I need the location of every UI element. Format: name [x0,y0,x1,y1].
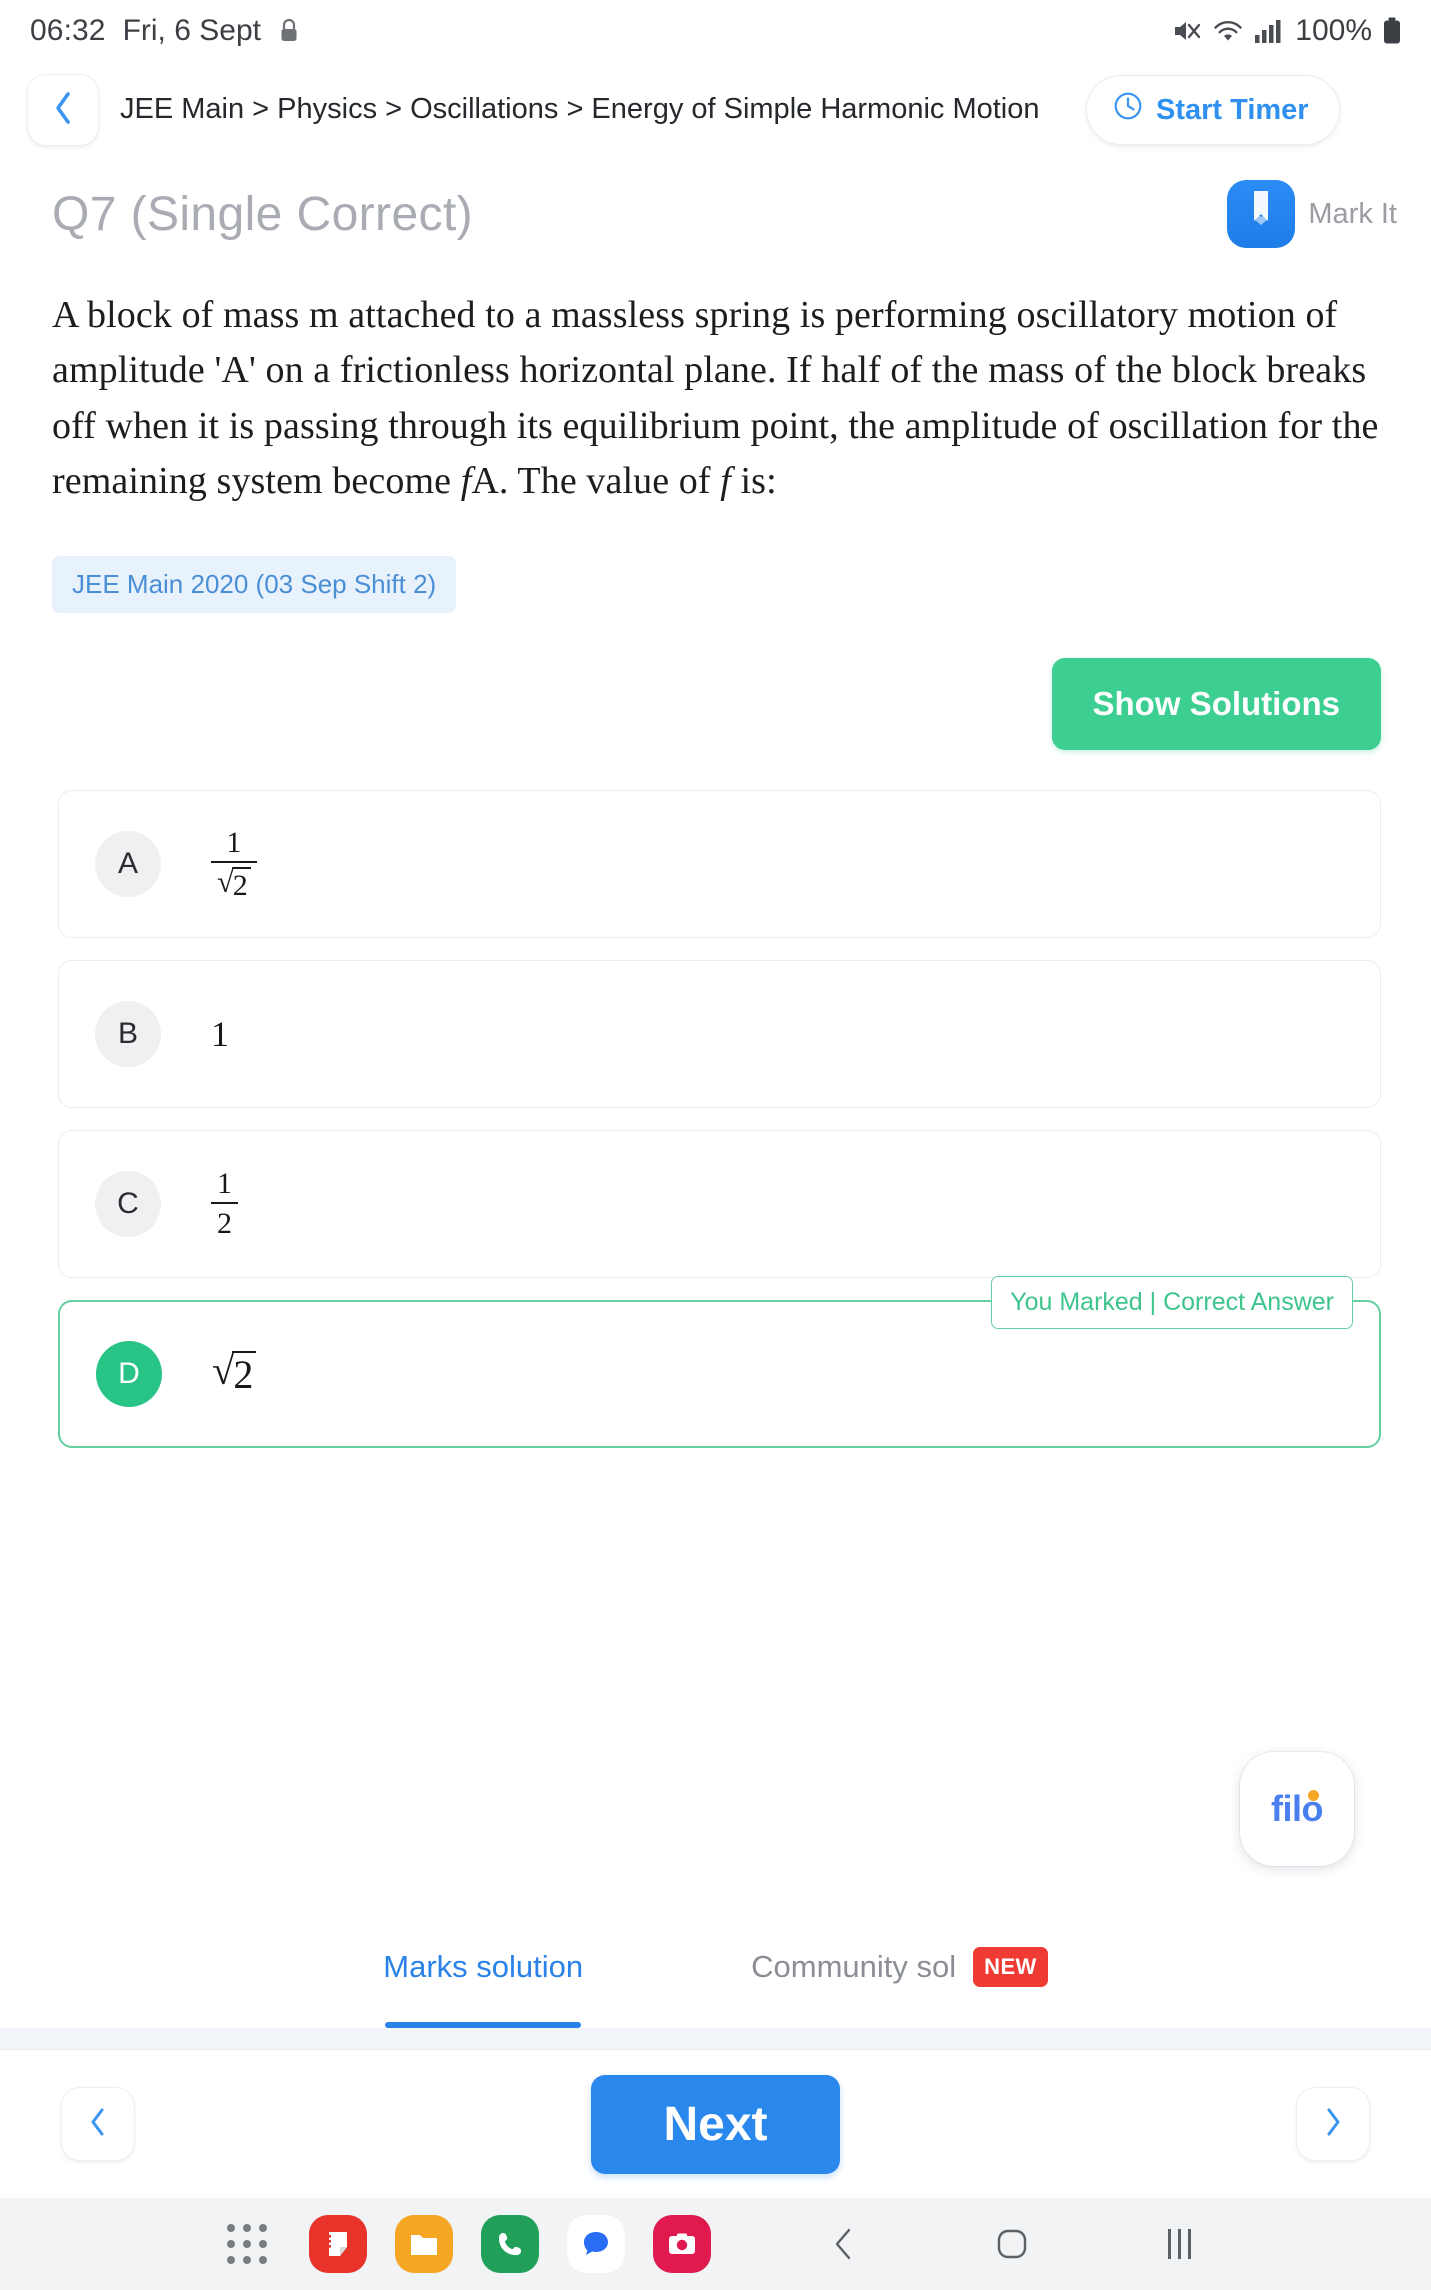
home-square-icon[interactable] [987,2219,1037,2269]
question-header: Q7 (Single Correct) Mark It [0,158,1431,270]
option-a[interactable]: A 1 √ 2 [58,789,1381,938]
bottom-navigation: Next [0,2050,1431,2198]
radicand: 2 [231,867,251,902]
camera-app-icon[interactable] [652,2215,711,2273]
options-list: A 1 √ 2 B 1 C 1 2 You Marked | Correct A… [0,750,1431,1448]
question-title: Q7 (Single Correct) [52,187,474,241]
next-button[interactable]: Next [591,2074,840,2174]
mark-it-label: Mark It [1308,197,1397,230]
option-d-badge: D [96,1340,162,1407]
show-solutions-button[interactable]: Show Solutions [1051,657,1381,750]
app-screen: 06:32 Fri, 6 Sept 100% JEE Main > Physic… [0,0,1431,2290]
back-chevron-icon[interactable] [819,2219,869,2269]
android-taskbar [0,2198,1431,2290]
question-symbol-f-1: f [460,460,472,503]
option-d[interactable]: You Marked | Correct Answer D √ 2 [58,1275,1381,1448]
mute-icon [1172,17,1202,45]
lock-icon [278,18,300,44]
correct-answer-flag: You Marked | Correct Answer [991,1275,1353,1329]
battery-percent: 100% [1295,14,1372,47]
messages-app-icon[interactable] [566,2215,625,2273]
app-grid-icon[interactable] [226,2224,267,2264]
system-navigation [819,2219,1205,2269]
tab-marks-solution[interactable]: Marks solution [383,1920,583,2028]
mark-it-button[interactable]: Mark It [1227,180,1397,248]
start-timer-button[interactable]: Start Timer [1087,76,1339,144]
tabs-divider [0,2028,1431,2050]
question-text: A block of mass m attached to a massless… [0,270,1431,510]
solution-tabs: Marks solution Community sol NEW [0,1920,1431,2028]
fraction-denominator: 2 [211,1202,238,1241]
filo-logo-text: filo [1271,1788,1323,1830]
header-back-button[interactable] [28,75,98,145]
tab-community-solution-label: Community sol [751,1949,957,1984]
exam-tag: JEE Main 2020 (03 Sep Shift 2) [52,555,457,613]
tab-marks-solution-label: Marks solution [383,1949,584,1984]
next-question-button[interactable] [1296,2088,1369,2160]
app-header: JEE Main > Physics > Oscillations > Ener… [0,62,1431,158]
exam-tag-row: JEE Main 2020 (03 Sep Shift 2) [0,510,1431,613]
taskbar-apps [226,2215,711,2273]
fraction: 1 2 [211,1167,238,1241]
status-date: Fri, 6 Sept [122,14,261,47]
status-bar-right: 100% [1172,14,1401,48]
files-app-icon[interactable] [394,2215,453,2273]
show-solutions-row: Show Solutions [0,613,1431,750]
question-text-part-3: is: [730,460,777,503]
tab-community-solution[interactable]: Community sol NEW [751,1920,1048,2028]
fraction-numerator: 1 [226,825,242,859]
new-badge: NEW [973,1947,1048,1987]
option-c-value: 1 2 [211,1167,238,1241]
phone-app-icon[interactable] [480,2215,539,2273]
question-text-part-2: A. The value of [471,460,721,503]
fraction-denominator: √ 2 [211,861,257,902]
start-timer-label: Start Timer [1156,93,1309,126]
chevron-left-icon [52,91,74,130]
option-b-badge: B [95,1000,161,1067]
option-b-value: 1 [211,1013,229,1054]
sqrt-expression: √ 2 [212,1348,257,1396]
option-d-value: √ 2 [212,1348,257,1396]
status-bar-left: 06:32 Fri, 6 Sept [30,14,300,48]
bookmark-icon [1227,180,1296,248]
radicand: 2 [232,1351,257,1396]
recents-bars-icon[interactable] [1155,2219,1205,2269]
question-symbol-f-2: f [720,460,731,503]
chevron-left-icon [88,2107,108,2142]
option-b[interactable]: B 1 [58,959,1381,1108]
breadcrumb[interactable]: JEE Main > Physics > Oscillations > Ener… [120,91,1065,129]
sqrt-expression: √ 2 [217,867,251,902]
fraction: 1 √ 2 [211,826,257,902]
option-a-badge: A [95,830,161,897]
clock-icon [1113,91,1143,129]
filo-logo-dot [1308,1790,1319,1801]
chevron-right-icon [1323,2107,1343,2142]
previous-question-button[interactable] [62,2088,134,2160]
solution-tabs-wrapper: Marks solution Community sol NEW [0,1920,1431,2050]
filo-logo-button[interactable]: filo [1240,1752,1354,1866]
status-bar: 06:32 Fri, 6 Sept 100% [0,0,1431,62]
fraction-numerator: 1 [217,1166,232,1200]
recents-bars [1168,2229,1191,2259]
notes-app-icon[interactable] [308,2215,367,2273]
radical-sign: √ [212,1348,235,1394]
option-c[interactable]: C 1 2 [58,1129,1381,1278]
battery-full-icon [1383,17,1401,45]
option-c-badge: C [95,1170,161,1237]
status-time: 06:32 [30,14,106,47]
signal-bars-icon [1254,18,1282,44]
wifi-icon [1213,18,1243,44]
option-a-value: 1 √ 2 [211,826,257,902]
